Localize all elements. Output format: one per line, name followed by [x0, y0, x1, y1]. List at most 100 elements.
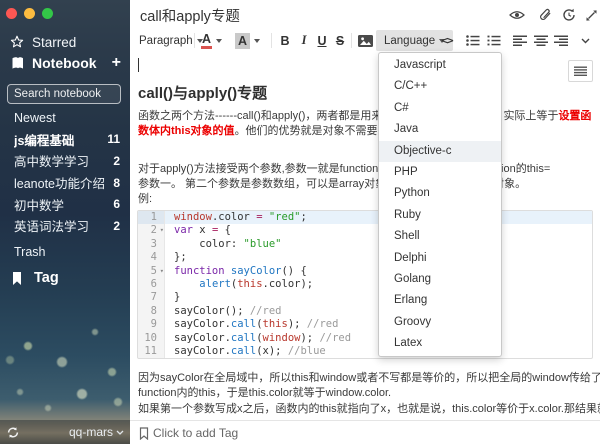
fold-toggle-icon[interactable]: ▾ — [160, 265, 164, 278]
strikethrough-button[interactable]: S — [331, 30, 349, 51]
language-option[interactable]: Ruby — [379, 205, 501, 226]
tag-bar: Click to add Tag — [130, 420, 600, 444]
close-window-button[interactable] — [6, 8, 17, 19]
code-block: 1window.color = "red";2▾var x = {3 color… — [137, 210, 593, 359]
language-option[interactable]: C# — [379, 98, 501, 119]
empty-line — [130, 57, 600, 73]
starred-label: Starred — [32, 35, 76, 50]
line-number: 4 — [138, 251, 165, 264]
insert-image-button[interactable] — [356, 30, 374, 51]
main-panel: call和apply专题 Paragraph A A — [130, 0, 600, 444]
sidebar-section-notebook[interactable]: Notebook + — [0, 52, 130, 74]
language-option[interactable]: PHP — [379, 162, 501, 183]
language-option[interactable]: Golang — [379, 269, 501, 290]
notebook-name: leanote功能介绍 — [14, 173, 113, 192]
code-line: 3 color: "blue" — [138, 238, 592, 251]
window-controls — [6, 8, 53, 19]
language-label: Language — [384, 35, 435, 47]
code-line: 11sayColor.call(x); //blue — [138, 345, 592, 358]
sidebar-item-starred[interactable]: Starred — [0, 31, 130, 53]
preview-eye-icon[interactable] — [508, 7, 526, 23]
code-line: 6 alert(this.color); — [138, 278, 592, 291]
code-block-button[interactable]: <> — [437, 30, 457, 51]
bullet-list-button[interactable] — [464, 30, 482, 51]
language-option[interactable]: Shell — [379, 226, 501, 247]
search-notebook-input[interactable] — [7, 84, 121, 104]
editor-toolbar: Paragraph A A B I U S Language <> — [130, 28, 600, 55]
line-number: 6 — [138, 278, 165, 291]
paragraph-style-button[interactable]: Paragraph — [135, 30, 207, 51]
sidebar-item[interactable]: 英语词法学习2 — [0, 215, 130, 237]
document-heading: call()与apply()专题 — [138, 82, 600, 102]
sidebar-item[interactable]: Newest — [0, 107, 130, 129]
note-titlebar: call和apply专题 — [130, 0, 600, 29]
code-line: 5▾function sayColor() { — [138, 265, 592, 278]
sidebar-bottom-bar: qq-mars — [0, 420, 130, 444]
language-option[interactable]: Erlang — [379, 290, 501, 311]
sidebar-item[interactable]: 初中数学6 — [0, 193, 130, 215]
font-color-button[interactable]: A — [201, 30, 222, 51]
bookmark-icon — [9, 271, 25, 286]
paragraph-1: 函数之两个方法------call()和apply()，两者都是用来在特定的作用… — [138, 109, 600, 139]
note-count: 2 — [113, 219, 120, 233]
code-line: 7} — [138, 291, 592, 304]
background-color-button[interactable]: A — [235, 30, 260, 51]
underline-button[interactable]: U — [313, 30, 331, 51]
align-left-icon — [513, 35, 527, 46]
sidebar-item-trash[interactable]: Trash — [0, 241, 130, 263]
chevron-down-icon — [581, 38, 590, 44]
code-line: 10sayColor.call(window); //red — [138, 332, 592, 345]
maximize-window-button[interactable] — [42, 8, 53, 19]
add-tag-label: Click to add Tag — [153, 426, 238, 440]
minimize-window-button[interactable] — [24, 8, 35, 19]
sidebar-item[interactable]: js编程基础11 — [0, 129, 130, 151]
paragraph-4: 如果第一个参数写成x之后，函数内的this就指向了x，也就是说，this.col… — [138, 402, 600, 417]
language-option[interactable]: Latex — [379, 333, 501, 354]
align-center-button[interactable] — [532, 30, 550, 51]
sync-button[interactable] — [6, 426, 20, 439]
notebook-name: js编程基础 — [14, 130, 107, 149]
notebook-list: Newestjs编程基础11高中数学学习2leanote功能介绍8初中数学6英语… — [0, 107, 130, 237]
sidebar-section-tag[interactable]: Tag — [0, 266, 130, 290]
language-option[interactable]: Java — [379, 119, 501, 140]
background-color-label: A — [235, 33, 250, 49]
sidebar-item[interactable]: 高中数学学习2 — [0, 150, 130, 172]
chevron-down-icon — [116, 430, 124, 435]
note-count: 6 — [113, 197, 120, 211]
language-option[interactable]: Delphi — [379, 248, 501, 269]
language-option[interactable]: Javascript — [379, 55, 501, 76]
text-cursor — [138, 58, 139, 72]
language-option[interactable]: Groovy — [379, 312, 501, 333]
user-menu[interactable]: qq-mars — [69, 425, 124, 439]
app-window: Starred Notebook + Newestjs编程基础11高中数学学习2… — [0, 0, 600, 444]
fullscreen-expand-icon[interactable] — [582, 7, 600, 23]
history-icon[interactable] — [560, 7, 578, 23]
attachment-paperclip-icon[interactable] — [536, 7, 554, 23]
notebook-name: 高中数学学习 — [14, 151, 113, 170]
bold-button[interactable]: B — [276, 30, 294, 51]
align-left-button[interactable] — [511, 30, 529, 51]
more-tools-button[interactable] — [577, 30, 593, 51]
sidebar-item[interactable]: leanote功能介绍8 — [0, 172, 130, 194]
language-option[interactable]: Objective-c — [379, 141, 501, 162]
sidebar: Starred Notebook + Newestjs编程基础11高中数学学习2… — [0, 0, 130, 444]
code-line: 9sayColor.call(this); //red — [138, 318, 592, 331]
font-color-label: A — [201, 33, 212, 49]
outline-toggle-button[interactable] — [568, 60, 593, 82]
fold-toggle-icon[interactable]: ▾ — [160, 224, 164, 237]
add-notebook-button[interactable]: + — [112, 52, 121, 74]
code-line: 4}; — [138, 251, 592, 264]
numbered-list-button[interactable] — [485, 30, 503, 51]
note-title[interactable]: call和apply专题 — [140, 5, 240, 26]
line-number: 8 — [138, 305, 165, 318]
outline-menu-icon — [574, 66, 587, 77]
italic-button[interactable]: I — [295, 30, 313, 51]
editor-content[interactable]: call()与apply()专题 函数之两个方法------call()和app… — [130, 54, 600, 420]
add-tag-button[interactable]: Click to add Tag — [139, 426, 238, 440]
language-option[interactable]: C/C++ — [379, 76, 501, 97]
language-option[interactable]: Python — [379, 183, 501, 204]
note-count: 8 — [113, 176, 120, 190]
notebook-header-label: Notebook — [32, 55, 97, 71]
numbered-list-icon — [487, 35, 501, 46]
align-right-button[interactable] — [552, 30, 570, 51]
